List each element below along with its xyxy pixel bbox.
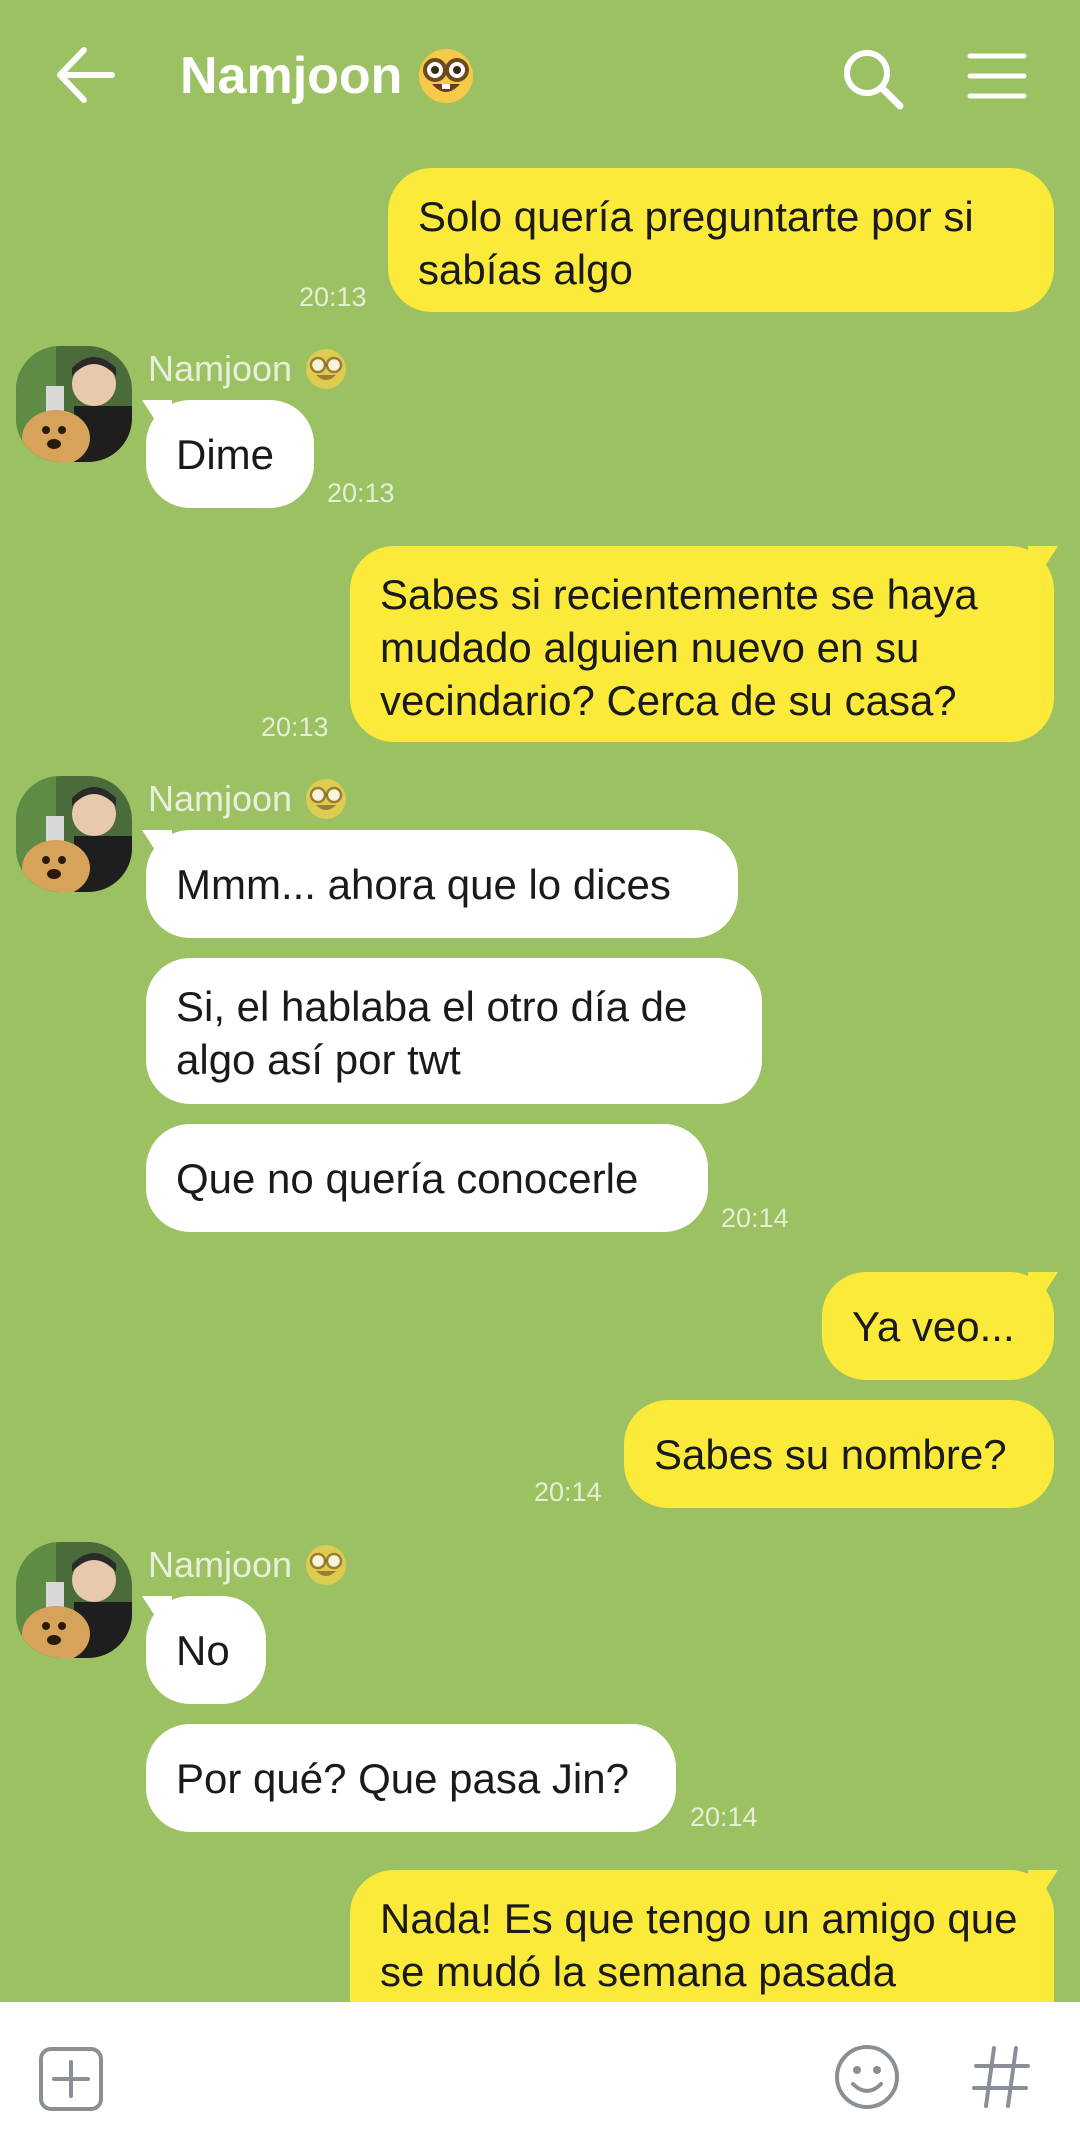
avatar-photo: [16, 346, 132, 462]
message-text: Que no quería conocerle: [176, 1154, 639, 1202]
message-text: Por qué? Que pasa Jin?: [176, 1754, 629, 1802]
chat-header: Namjoon: [0, 0, 1080, 160]
search-icon[interactable]: [838, 44, 908, 114]
outgoing-message[interactable]: Sabes si recientemente se haya mudado al…: [350, 546, 1054, 742]
contact-avatar[interactable]: [16, 346, 132, 462]
chat-title[interactable]: Namjoon: [180, 44, 476, 108]
avatar-photo: [16, 1542, 132, 1658]
incoming-message[interactable]: Por qué? Que pasa Jin?: [146, 1724, 676, 1832]
message-time: 20:14: [690, 1802, 758, 1832]
composer-bar: [0, 2002, 1080, 2147]
message-time: 20:13: [327, 478, 395, 508]
message-text: Nada! Es que tengo un amigo que se mudó …: [380, 1895, 1018, 1995]
outgoing-message[interactable]: Ya veo...: [822, 1272, 1054, 1380]
outgoing-message[interactable]: Solo quería preguntarte por si sabías al…: [388, 168, 1054, 312]
message-text: Sabes si recientemente se haya mudado al…: [380, 571, 978, 724]
message-time: 20:14: [534, 1477, 602, 1507]
contact-avatar[interactable]: [16, 776, 132, 892]
sender-name: Namjoon: [148, 1542, 348, 1588]
nerd-face-icon: [306, 1545, 347, 1585]
incoming-message[interactable]: No: [146, 1596, 266, 1704]
message-text: Mmm... ahora que lo dices: [176, 860, 671, 908]
nerd-face-icon: [306, 779, 347, 819]
sender-label: Namjoon: [148, 778, 293, 819]
plus-square-icon[interactable]: [38, 2046, 104, 2112]
message-text: Solo quería preguntarte por si sabías al…: [418, 193, 974, 293]
message-time: 20:14: [721, 1203, 789, 1233]
chat-area[interactable]: Solo quería preguntarte por si sabías al…: [0, 0, 1080, 2002]
outgoing-message[interactable]: Sabes su nombre?: [624, 1400, 1054, 1508]
message-time: 20:13: [261, 712, 329, 742]
incoming-message[interactable]: Si, el hablaba el otro día de algo así p…: [146, 958, 762, 1104]
hash-icon[interactable]: [968, 2042, 1034, 2112]
message-time: 20:13: [299, 282, 367, 312]
message-text: Ya veo...: [852, 1302, 1015, 1350]
message-text: No: [176, 1626, 230, 1674]
hamburger-icon[interactable]: [966, 50, 1028, 102]
nerd-face-icon: [306, 349, 347, 389]
message-text: Dime: [176, 430, 275, 478]
sender-name: Namjoon: [148, 776, 348, 822]
contact-avatar[interactable]: [16, 1542, 132, 1658]
sender-label: Namjoon: [148, 1544, 293, 1585]
avatar-photo: [16, 776, 132, 892]
arrow-left-icon[interactable]: [50, 38, 124, 112]
message-text: Si, el hablaba el otro día de algo así p…: [176, 983, 688, 1083]
nerd-face-icon: [419, 49, 474, 103]
incoming-message[interactable]: Que no quería conocerle: [146, 1124, 708, 1232]
incoming-message[interactable]: Mmm... ahora que lo dices: [146, 830, 738, 938]
sender-label: Namjoon: [148, 348, 293, 389]
outgoing-message[interactable]: Nada! Es que tengo un amigo que se mudó …: [350, 1870, 1054, 2002]
contact-name: Namjoon: [180, 47, 403, 105]
message-text: Sabes su nombre?: [654, 1430, 1007, 1478]
smiley-icon[interactable]: [832, 2042, 902, 2112]
incoming-message[interactable]: Dime: [146, 400, 314, 508]
sender-name: Namjoon: [148, 346, 348, 392]
